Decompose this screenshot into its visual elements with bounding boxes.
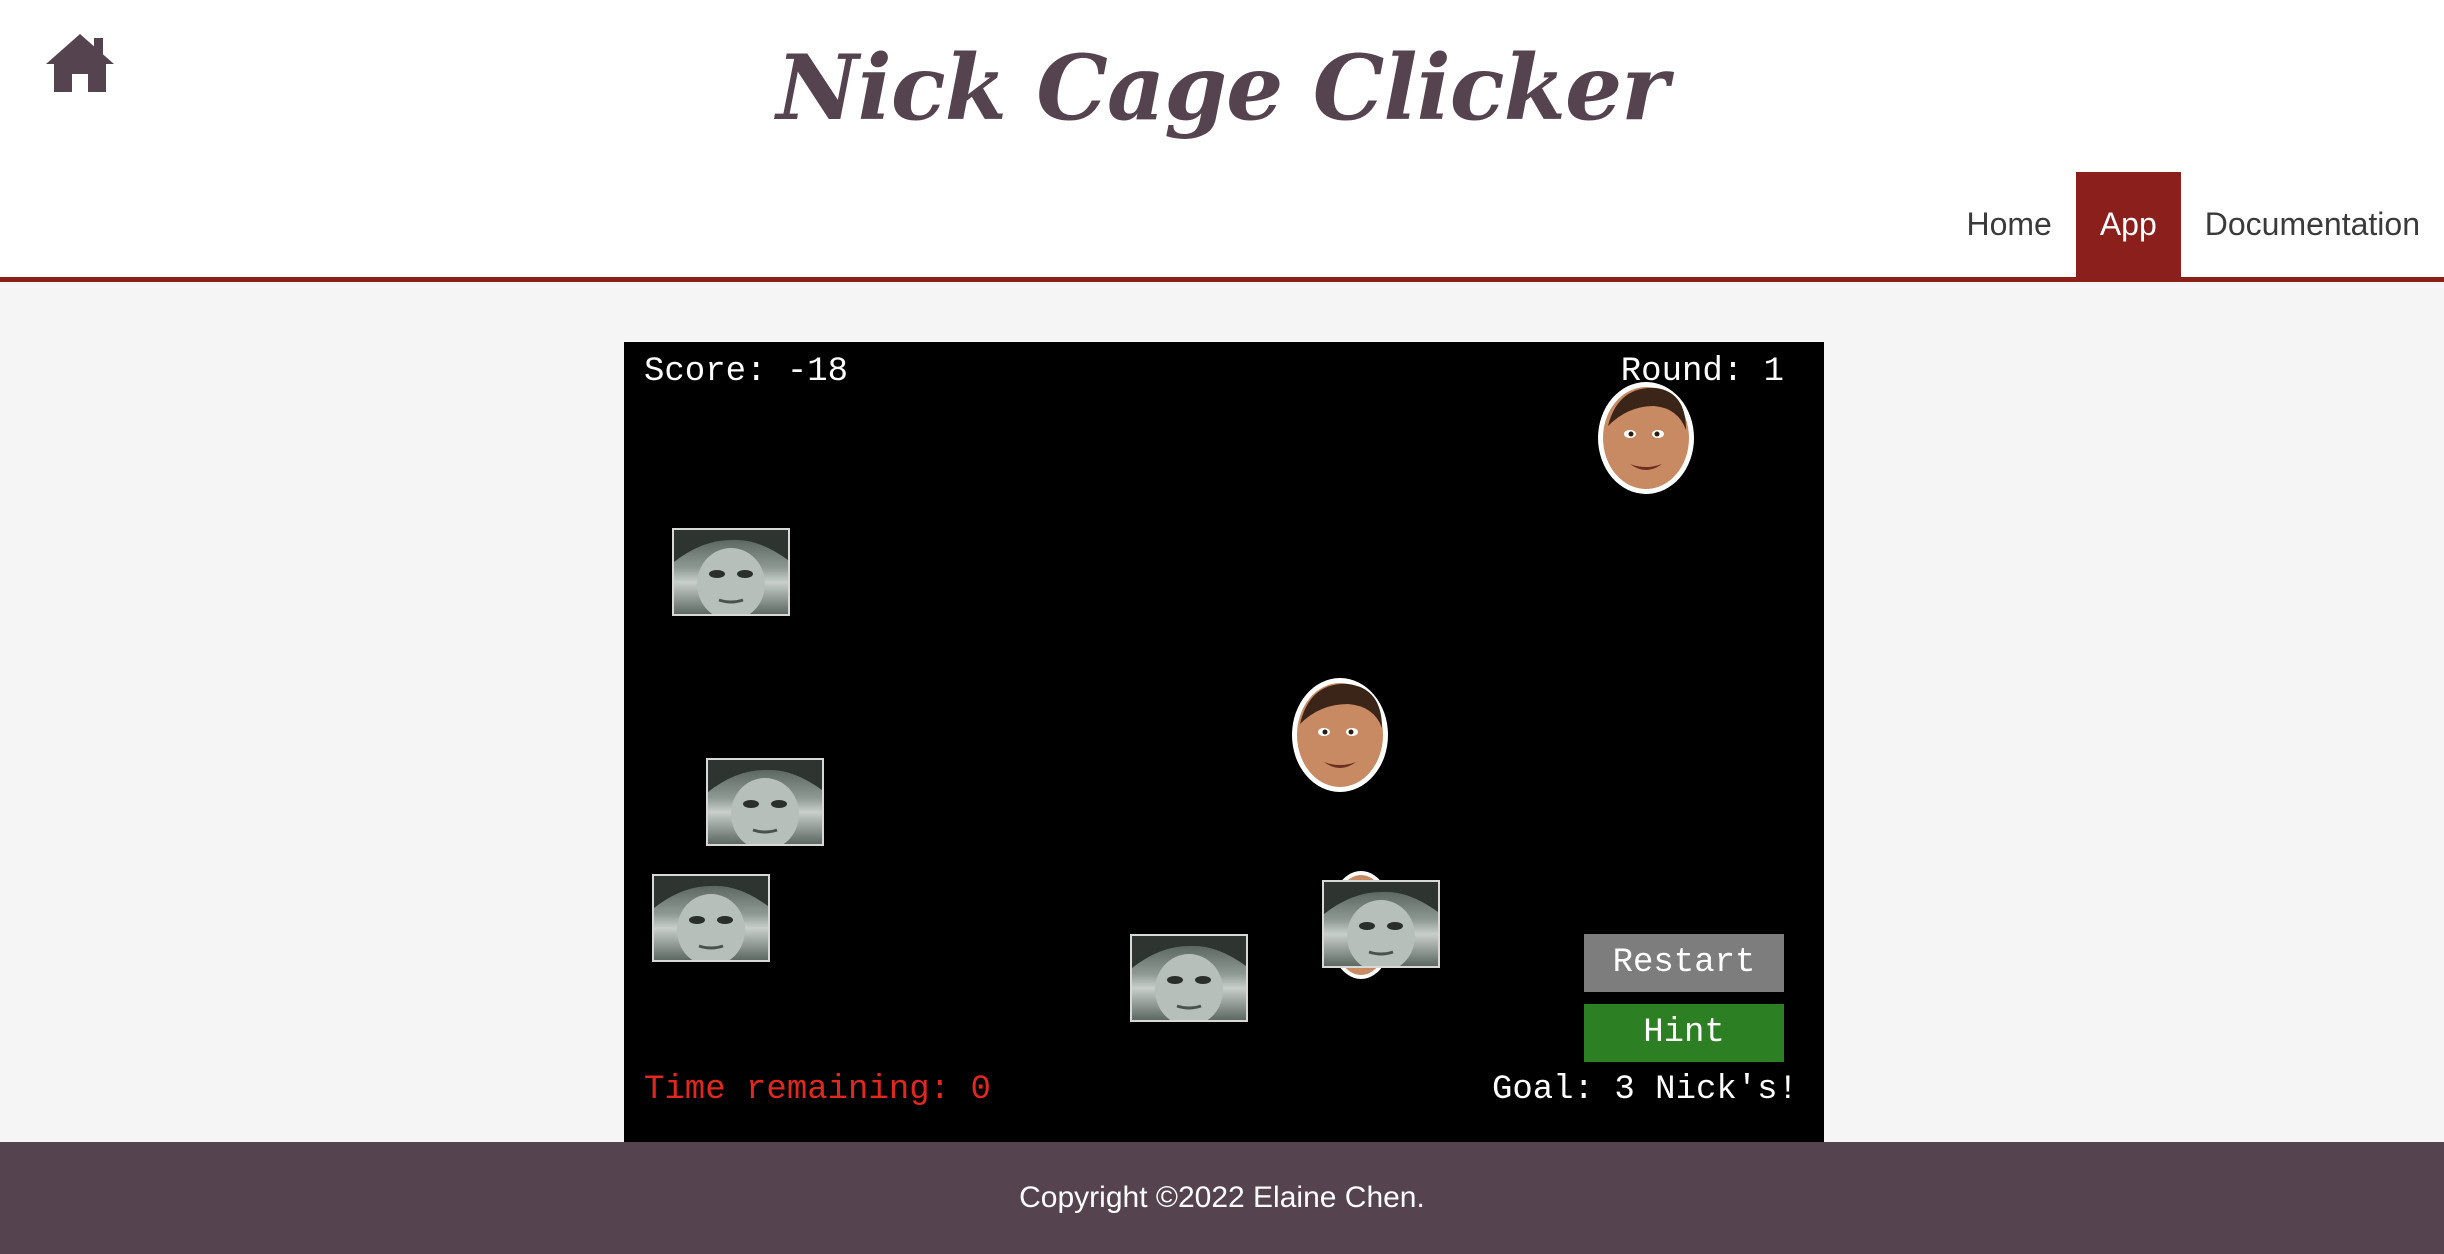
site-footer: Copyright ©2022 Elaine Chen.	[0, 1142, 2444, 1254]
nav-item-documentation[interactable]: Documentation	[2181, 172, 2444, 277]
main-nav: Home App Documentation	[1942, 172, 2444, 277]
decoy-face[interactable]	[1322, 880, 1440, 968]
nick-face-target[interactable]	[1594, 378, 1698, 503]
nav-item-home[interactable]: Home	[1942, 172, 2075, 277]
decoy-face[interactable]	[672, 528, 790, 616]
decoy-face[interactable]	[1130, 934, 1248, 1022]
decoy-face[interactable]	[652, 874, 770, 962]
nick-face-target[interactable]	[1288, 674, 1392, 801]
decoy-face[interactable]	[706, 758, 824, 846]
hint-button[interactable]: Hint	[1584, 1004, 1784, 1062]
game-canvas[interactable]: Score: -18 Round: 1 Restart Hint Time re…	[624, 342, 1824, 1142]
score-display: Score: -18	[644, 353, 849, 391]
nav-item-app[interactable]: App	[2075, 172, 2181, 277]
site-header: Nick Cage Clicker Home App Documentation	[0, 0, 2444, 282]
restart-button[interactable]: Restart	[1584, 934, 1784, 992]
site-title: Nick Cage Clicker	[776, 35, 1668, 141]
time-remaining-display: Time remaining: 0	[644, 1071, 991, 1109]
goal-display: Goal: 3 Nick's!	[1491, 1071, 1798, 1109]
copyright-text: Copyright ©2022 Elaine Chen.	[1019, 1181, 1425, 1214]
